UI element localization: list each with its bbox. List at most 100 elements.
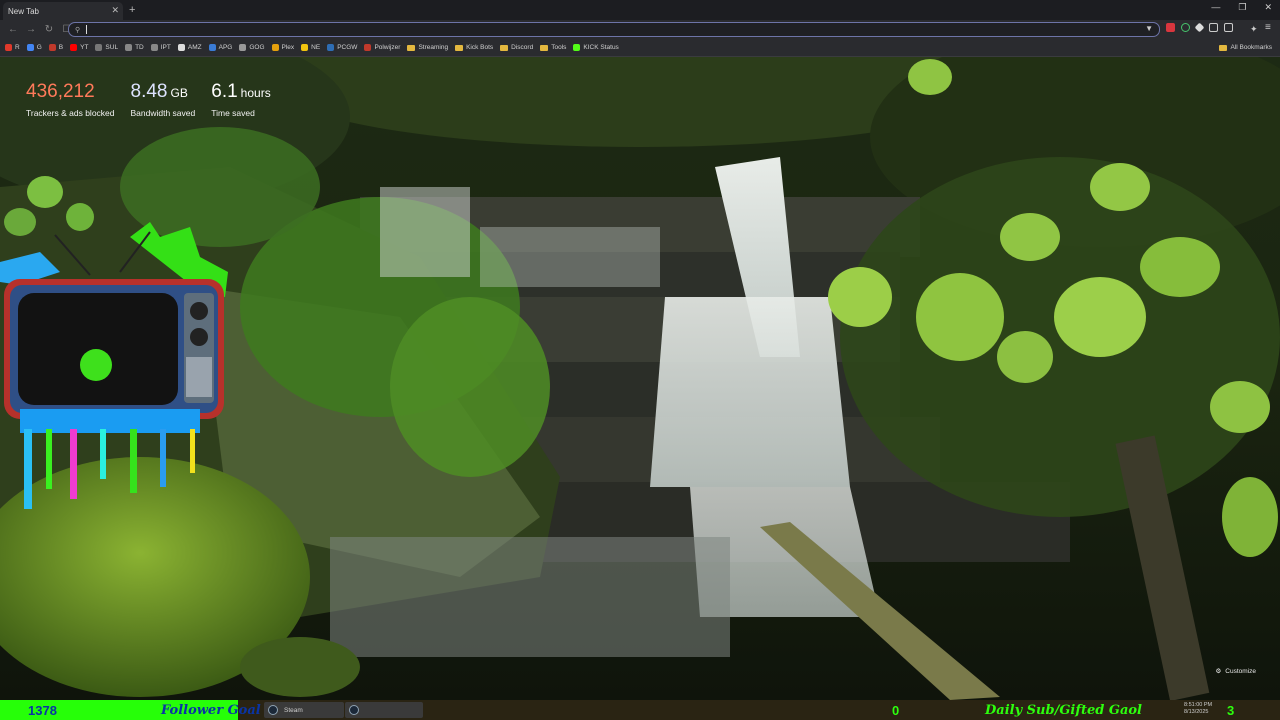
taskbar: 1378 Follower Goal Steam 0 Daily Sub/Gif… — [0, 700, 1280, 720]
extension-icons — [1166, 22, 1233, 33]
waterfall-scene — [0, 57, 1280, 700]
bookmark-item[interactable]: Discord — [500, 44, 533, 51]
taskbar-app-2[interactable] — [345, 702, 423, 718]
taskbar-clock[interactable]: 8:51:00 PM 8/13/2025 — [1184, 702, 1212, 716]
folder-icon — [540, 44, 549, 51]
folder-icon — [407, 44, 416, 51]
stat-trackers: 436,212 Trackers & ads blocked — [26, 81, 115, 118]
bookmark-item[interactable]: TD — [125, 44, 144, 51]
all-bookmarks-label: All Bookmarks — [1230, 44, 1272, 51]
bookmark-item[interactable]: R — [5, 44, 20, 51]
customize-button[interactable]: ⚙ Customize — [1215, 667, 1256, 676]
steam-icon — [268, 705, 278, 715]
menu-icon[interactable]: ≡ — [1265, 22, 1271, 33]
bookmark-item[interactable]: AMZ — [177, 44, 202, 51]
follower-count: 1378 — [28, 703, 57, 718]
bookmark-icon — [208, 44, 216, 51]
bookmark-item[interactable]: SUL — [95, 44, 118, 51]
bookmark-label: NE — [311, 44, 321, 51]
bookmark-icon — [364, 44, 372, 51]
tab-strip: New Tab ✕ + — ❐ ✕ — [0, 0, 1280, 20]
text-caret — [86, 25, 87, 34]
extension-icon[interactable] — [1194, 22, 1205, 33]
daily-goal-target: 3 — [1227, 703, 1235, 718]
clock-time: 8:51:00 PM — [1184, 702, 1213, 708]
bookmark-label: B — [58, 44, 64, 51]
bookmarks-bar: R G B YT SUL TD IPT AMZ APG GOG Plex NE PCGW Polwijze… — [0, 39, 1280, 57]
new-tab-button[interactable]: + — [129, 4, 135, 16]
brave-rewards-icon[interactable] — [1166, 23, 1175, 32]
follower-goal-label: Follower Goal — [161, 703, 261, 718]
stat-bandwidth-value: 8.48 GB — [130, 81, 188, 102]
tab-close-icon[interactable]: ✕ — [111, 5, 119, 16]
bookmark-icon — [95, 44, 103, 51]
bookmark-item[interactable]: Plex — [271, 44, 295, 51]
bookmark-label: GOG — [249, 44, 265, 51]
search-icon: ⚲ — [75, 26, 81, 34]
brave-shield-icon[interactable]: ▼ — [1145, 24, 1153, 33]
bookmark-item[interactable]: Polwijzer — [364, 44, 400, 51]
bookmark-item[interactable]: GOG — [239, 44, 265, 51]
leo-icon[interactable]: ✦ — [1250, 24, 1258, 35]
taskbar-app-label: Steam — [284, 706, 303, 714]
bookmark-label: KICK Status — [583, 44, 619, 51]
bookmark-item[interactable]: B — [48, 44, 64, 51]
minimize-icon[interactable]: — — [1211, 2, 1220, 13]
sidebar-icon[interactable] — [1224, 23, 1233, 32]
taskbar-app-steam[interactable]: Steam — [264, 702, 344, 718]
bookmark-item[interactable]: Tools — [540, 44, 566, 51]
bookmark-icon — [26, 44, 34, 51]
steam-icon — [349, 705, 359, 715]
address-input[interactable] — [86, 23, 1127, 36]
brave-stats-widget: 436,212 Trackers & ads blocked 8.48 GB Ba… — [26, 81, 271, 118]
background-wallpaper — [0, 57, 1280, 700]
bookmark-icon — [150, 44, 158, 51]
bookmark-label: G — [36, 44, 42, 51]
bookmark-label: PCGW — [337, 44, 358, 51]
wallet-icon[interactable] — [1209, 23, 1218, 32]
address-bar[interactable]: ⚲ ▼ — [68, 22, 1160, 37]
bookmark-item[interactable]: Streaming — [407, 44, 448, 51]
bookmark-icon — [5, 44, 12, 51]
bookmark-icon — [125, 44, 133, 51]
bookmark-icon — [573, 44, 581, 51]
stat-trackers-value: 436,212 — [26, 81, 95, 102]
stat-trackers-label: Trackers & ads blocked — [26, 108, 115, 118]
bookmark-label: APG — [218, 44, 233, 51]
bookmark-label: Tools — [551, 44, 567, 51]
tab-new-tab[interactable]: New Tab ✕ — [3, 2, 123, 20]
restore-icon[interactable]: ❐ — [1238, 2, 1246, 13]
stat-time: 6.1 hours Time saved — [211, 81, 270, 118]
bookmark-icon — [271, 44, 279, 51]
bookmark-item[interactable]: NE — [301, 44, 320, 51]
bookmark-item[interactable]: APG — [208, 44, 233, 51]
folder-icon — [455, 44, 464, 51]
toolbar: ← → ↻ ☐ ⚲ ▼ — [0, 20, 1280, 39]
bookmark-item[interactable]: PCGW — [327, 44, 357, 51]
youtube-icon — [70, 44, 78, 51]
bookmark-item[interactable]: KICK Status — [573, 44, 619, 51]
bookmark-icon — [239, 44, 247, 51]
bookmark-icon — [301, 44, 309, 51]
bookmark-item[interactable]: Kick Bots — [455, 44, 493, 51]
vpn-icon[interactable] — [1181, 23, 1190, 32]
folder-icon — [1219, 44, 1228, 51]
bookmark-item[interactable]: IPT — [150, 44, 171, 51]
reload-icon[interactable]: ↻ — [44, 24, 54, 35]
bookmark-label: Discord — [511, 44, 534, 51]
bookmark-label: SUL — [105, 44, 119, 51]
stat-bandwidth-label: Bandwidth saved — [130, 108, 196, 118]
back-icon[interactable]: ← — [8, 24, 18, 35]
daily-goal-current: 0 — [892, 703, 900, 718]
bookmark-label: Streaming — [418, 44, 449, 51]
bookmark-item[interactable]: G — [26, 44, 42, 51]
all-bookmarks-button[interactable]: All Bookmarks — [1219, 44, 1272, 51]
window-close-icon[interactable]: ✕ — [1264, 2, 1272, 13]
tab-title: New Tab — [8, 6, 39, 16]
bookmark-label: AMZ — [187, 44, 202, 51]
forward-icon[interactable]: → — [26, 24, 36, 35]
bookmark-label: R — [15, 44, 20, 51]
bookmark-label: Plex — [281, 44, 295, 51]
bookmark-label: Kick Bots — [466, 44, 494, 51]
bookmark-item[interactable]: YT — [70, 44, 88, 51]
